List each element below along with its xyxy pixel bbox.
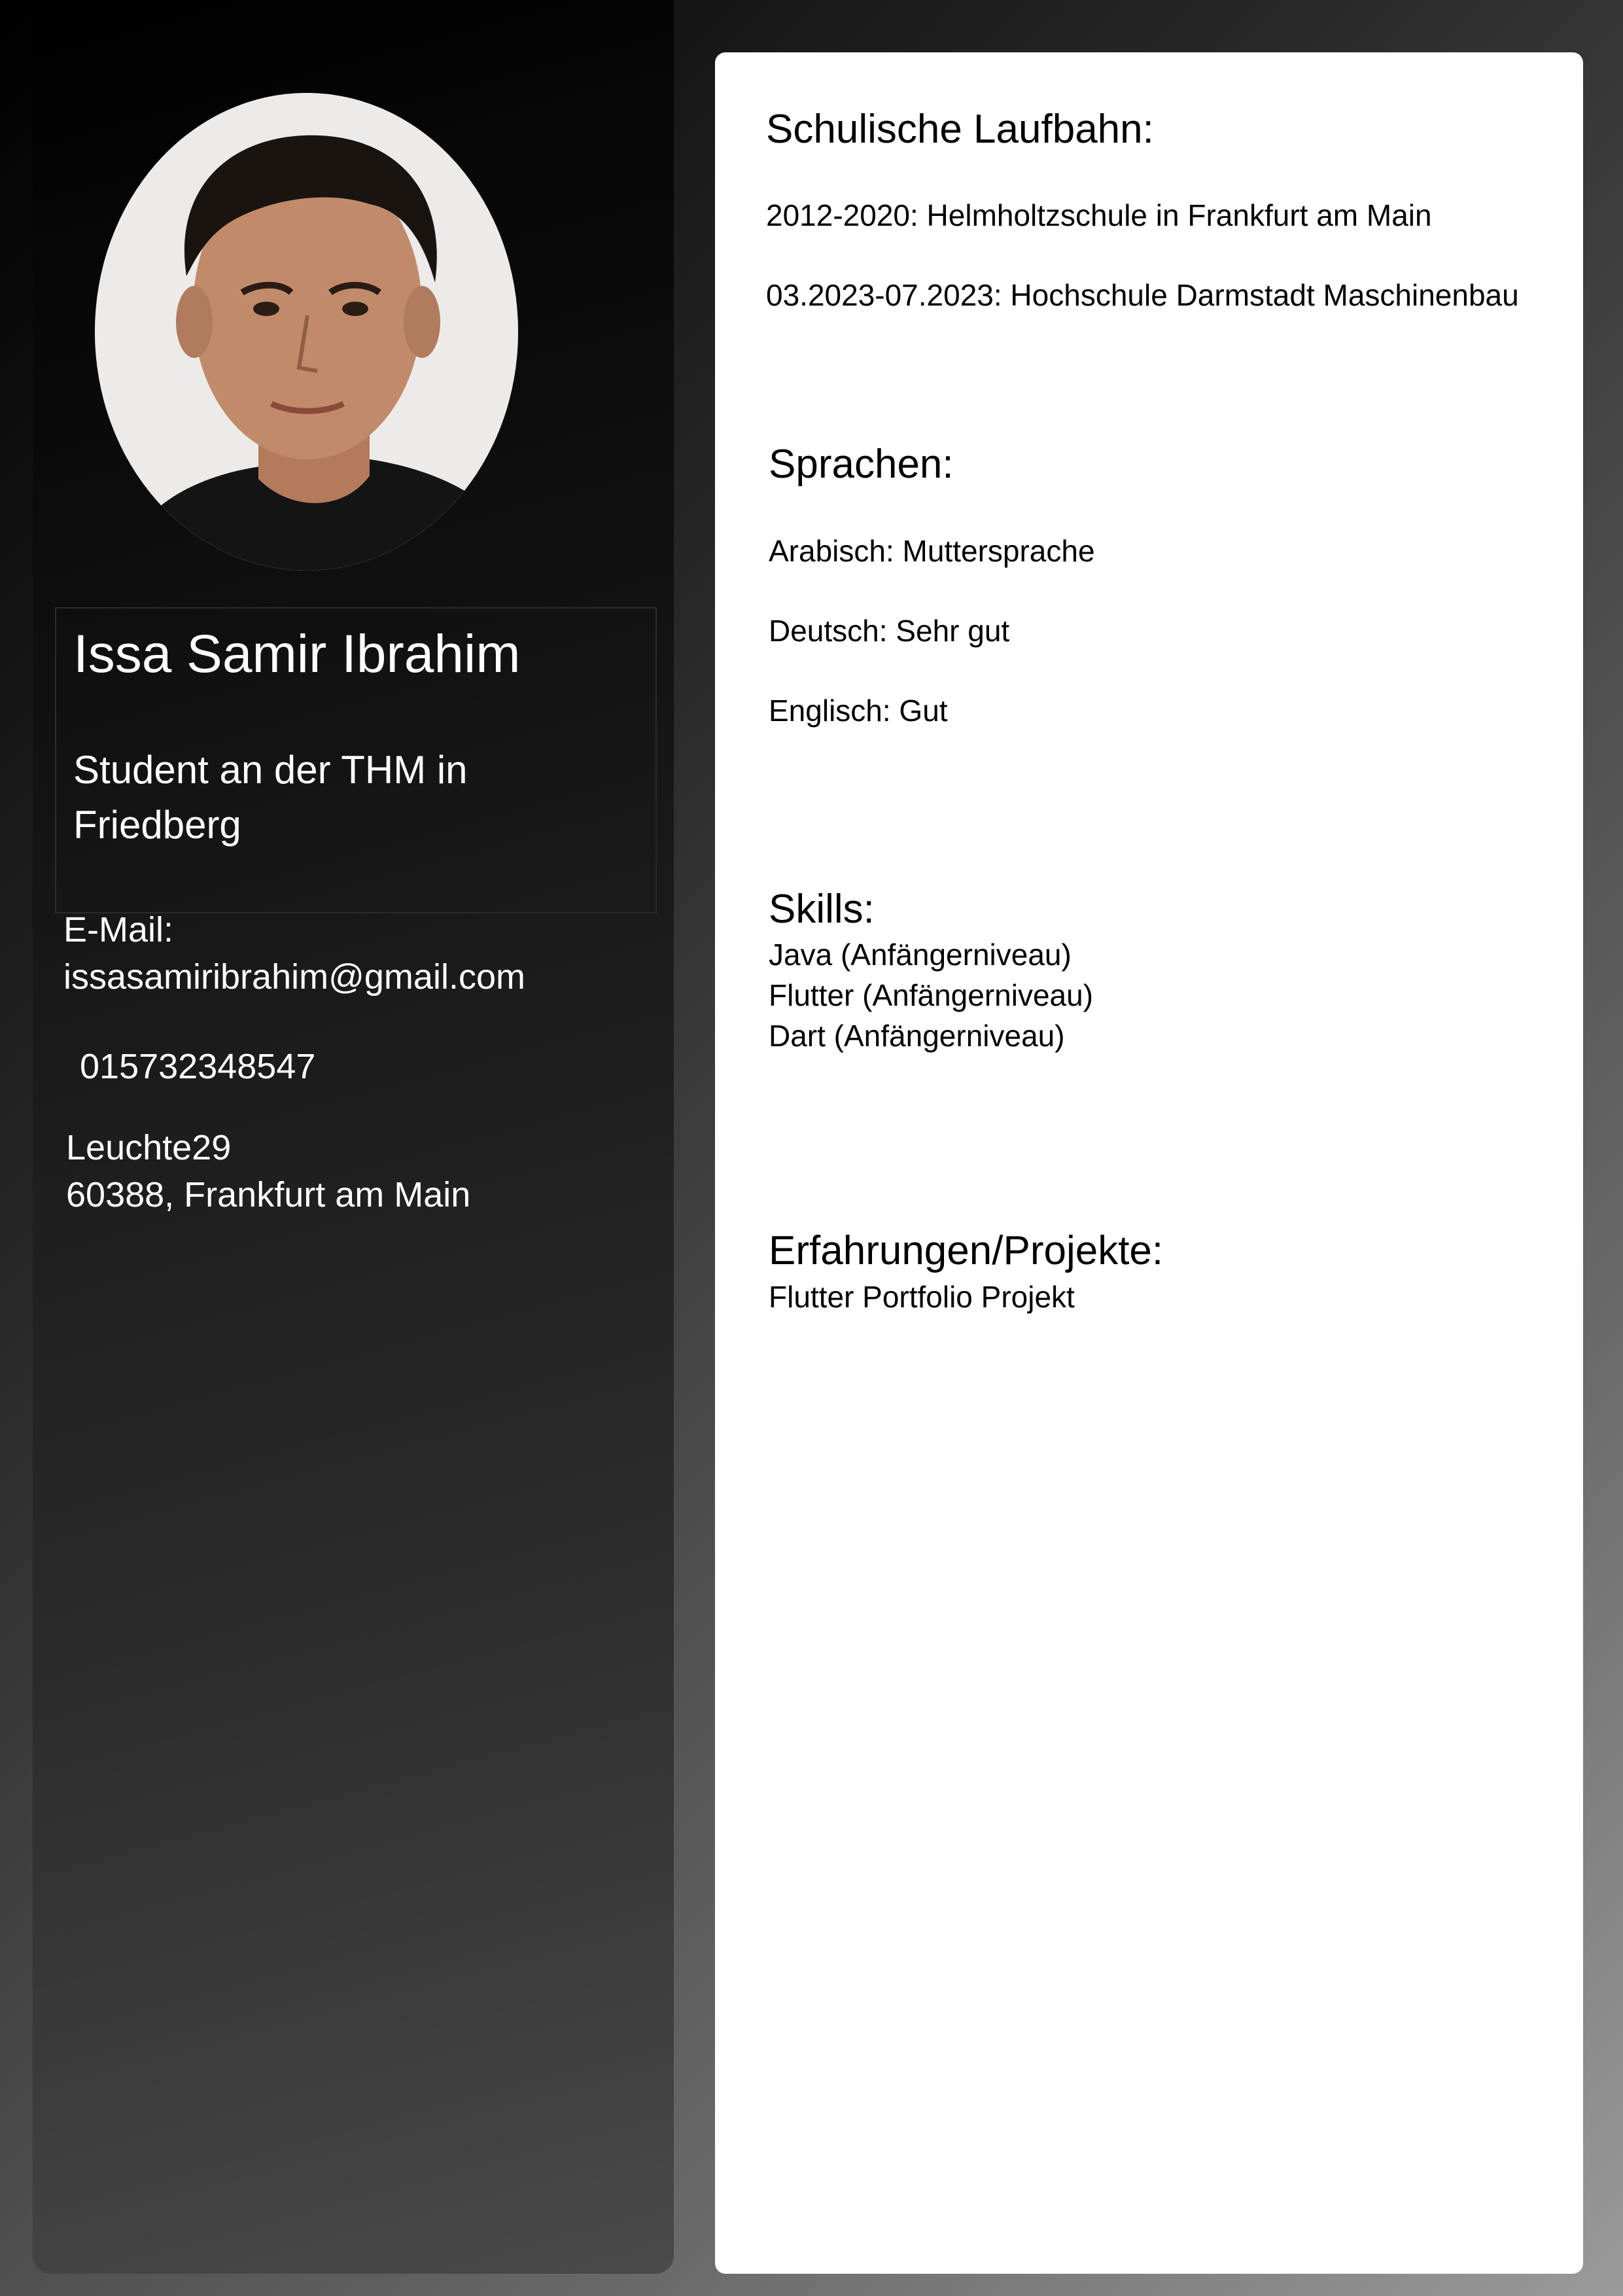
- experience-heading: Erfahrungen/Projekte:: [769, 1228, 1164, 1273]
- languages-heading: Sprachen:: [769, 442, 954, 487]
- email-label: E-Mail:: [63, 910, 174, 949]
- education-heading: Schulische Laufbahn:: [766, 107, 1154, 152]
- language-item: Englisch: Gut: [769, 694, 948, 728]
- person-subtitle: Student an der THM in Friedberg: [73, 748, 468, 847]
- skill-item: Java (Anfängerniveau): [769, 938, 1072, 972]
- person-name: Issa Samir Ibrahim: [73, 624, 521, 684]
- address-street: Leuchte29: [66, 1128, 232, 1167]
- education-item: 03.2023-07.2023: Hochschule Darmstadt Ma…: [766, 278, 1519, 312]
- profile-photo: [95, 93, 518, 571]
- content-panel: [715, 52, 1583, 2274]
- experience-item: Flutter Portfolio Projekt: [769, 1280, 1075, 1314]
- email-address[interactable]: issasamiribrahim@gmail.com: [63, 953, 525, 1000]
- language-item: Deutsch: Sehr gut: [769, 614, 1010, 648]
- skill-item: Dart (Anfängerniveau): [769, 1019, 1065, 1053]
- language-item: Arabisch: Muttersprache: [769, 534, 1095, 568]
- phone-number[interactable]: 015732348547: [80, 1043, 315, 1090]
- education-item: 2012-2020: Helmholtzschule in Frankfurt …: [766, 198, 1432, 232]
- skill-item: Flutter (Anfängerniveau): [769, 978, 1094, 1012]
- address-city: 60388, Frankfurt am Main: [66, 1175, 471, 1214]
- skills-heading: Skills:: [769, 887, 875, 932]
- person-portrait: [95, 93, 518, 571]
